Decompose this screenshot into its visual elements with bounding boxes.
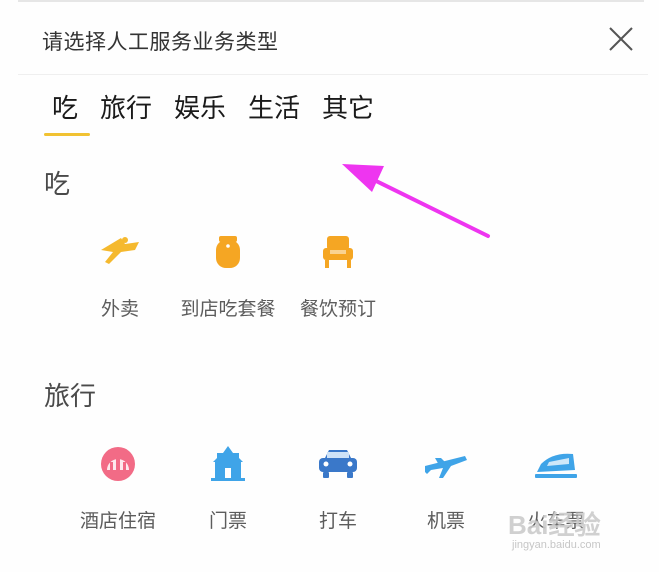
airplane-icon [425, 456, 467, 478]
takeout-icon [101, 237, 139, 264]
section-title-eat: 吃 [44, 170, 71, 200]
tab-entertainment[interactable]: 娱乐 [174, 88, 226, 125]
service-label: 外卖 [100, 298, 139, 320]
service-type-dialog: 请选择人工服务业务类型 吃 旅行 娱乐 生活 其它 吃 外卖 到店吃套餐 餐饮预… [0, 0, 659, 572]
dialog-title: 请选择人工服务业务类型 [42, 30, 279, 54]
service-label: 到店吃套餐 [180, 298, 276, 320]
service-item-takeout[interactable]: 外卖 [60, 228, 180, 338]
service-item-set-meal[interactable]: 到店吃套餐 [168, 228, 288, 338]
taxi-icon [319, 450, 357, 478]
service-label: 酒店住宿 [79, 510, 156, 532]
train-icon [535, 453, 577, 478]
tab-eat[interactable]: 吃 [52, 88, 78, 125]
service-item-hotel[interactable]: 酒店住宿 [58, 440, 178, 550]
service-item-flight[interactable]: 机票 [386, 440, 506, 550]
service-item-ticket[interactable]: 门票 [168, 440, 288, 550]
watermark-url: jingyan.baidu.com [512, 539, 601, 551]
service-item-taxi[interactable]: 打车 [278, 440, 398, 550]
dialog-header: 请选择人工服务业务类型 [18, 2, 648, 75]
service-label: 门票 [208, 510, 247, 532]
close-button[interactable] [606, 24, 636, 54]
close-icon [609, 27, 633, 51]
tab-travel[interactable]: 旅行 [100, 88, 152, 125]
service-item-restaurant-booking[interactable]: 餐饮预订 [278, 228, 398, 338]
ticket-icon [211, 446, 245, 481]
section-title-travel: 旅行 [44, 382, 97, 412]
watermark-logo-text: Bai经验 [508, 510, 601, 540]
tab-life[interactable]: 生活 [248, 88, 300, 125]
service-label: 餐饮预订 [299, 298, 376, 320]
baidu-jingyan-watermark: Bai经验 jingyan.baidu.com [500, 497, 650, 557]
service-label: 打车 [318, 510, 357, 532]
hotel-icon [101, 447, 135, 481]
restaurant-booking-icon [323, 236, 353, 268]
service-label: 机票 [426, 510, 465, 532]
set-meal-icon [216, 236, 240, 268]
tab-other[interactable]: 其它 [322, 88, 374, 125]
active-tab-indicator [44, 133, 90, 136]
